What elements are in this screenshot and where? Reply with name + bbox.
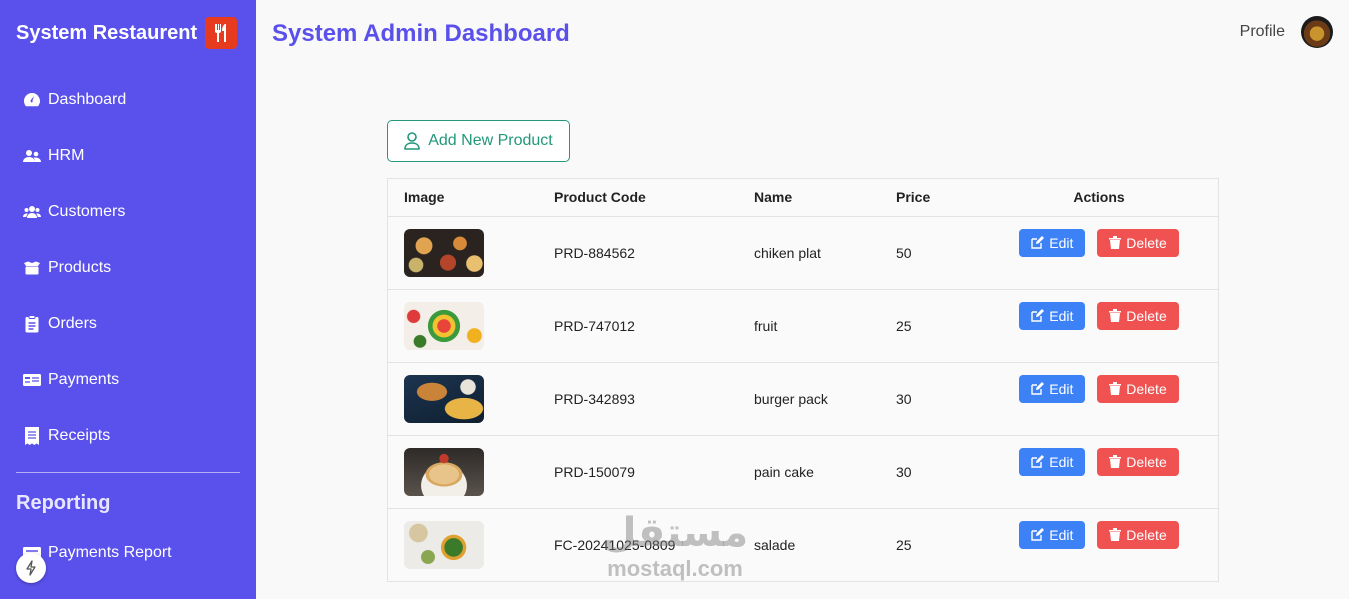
clipboard-icon xyxy=(23,315,41,333)
product-image xyxy=(404,228,484,277)
profile-menu[interactable]: Profile xyxy=(1240,16,1333,48)
table-row: PRD-342893 burger pack 30 Edit Delete xyxy=(388,362,1218,436)
edit-icon xyxy=(1031,382,1045,395)
page-title: System Admin Dashboard xyxy=(272,20,570,47)
trash-icon xyxy=(1109,455,1122,468)
sidebar-item-dashboard[interactable]: Dashboard xyxy=(0,72,256,128)
box-icon xyxy=(23,259,41,277)
table-row: PRD-150079 pain cake 30 Edit Delete xyxy=(388,435,1218,509)
column-header-name: Name xyxy=(738,179,880,217)
sidebar: System Restaurent Dashboard HRM Customer… xyxy=(0,0,256,599)
product-code: PRD-884562 xyxy=(538,216,738,290)
column-header-image: Image xyxy=(388,179,538,217)
sidebar-nav: Dashboard HRM Customers Products Orders xyxy=(0,72,256,464)
product-name: burger pack xyxy=(738,362,880,436)
product-image xyxy=(404,447,484,496)
gauge-icon xyxy=(23,91,41,109)
user-icon xyxy=(404,132,421,150)
sidebar-item-products[interactable]: Products xyxy=(0,240,256,296)
product-price: 30 xyxy=(880,362,980,436)
edit-icon xyxy=(1031,455,1045,468)
product-name: fruit xyxy=(738,289,880,363)
add-product-button[interactable]: Add New Product xyxy=(387,120,570,162)
column-header-actions: Actions xyxy=(980,179,1218,217)
utensils-icon xyxy=(205,17,238,49)
trash-icon xyxy=(1109,382,1122,395)
product-name: pain cake xyxy=(738,435,880,509)
trash-icon xyxy=(1109,309,1122,322)
trash-icon xyxy=(1109,236,1122,249)
add-product-label: Add New Product xyxy=(428,132,553,149)
edit-icon xyxy=(1031,236,1045,249)
users-icon xyxy=(23,147,41,165)
sidebar-item-customers[interactable]: Customers xyxy=(0,184,256,240)
edit-button[interactable]: Edit xyxy=(1019,447,1086,476)
sidebar-item-label: Orders xyxy=(48,315,97,332)
sidebar-item-receipts[interactable]: Receipts xyxy=(0,408,256,464)
product-code: PRD-342893 xyxy=(538,362,738,436)
sidebar-item-label: Dashboard xyxy=(48,91,127,108)
sidebar-item-payments[interactable]: Payments xyxy=(0,352,256,408)
product-price: 50 xyxy=(880,216,980,290)
edit-button[interactable]: Edit xyxy=(1019,520,1086,549)
column-header-code: Product Code xyxy=(538,179,738,217)
sidebar-item-label: Payments Report xyxy=(48,544,172,561)
user-group-icon xyxy=(23,203,41,221)
delete-button[interactable]: Delete xyxy=(1097,447,1179,476)
receipt-icon xyxy=(23,427,41,445)
product-price: 25 xyxy=(880,289,980,363)
column-header-price: Price xyxy=(880,179,980,217)
delete-button[interactable]: Delete xyxy=(1097,374,1179,403)
product-code: PRD-150079 xyxy=(538,435,738,509)
avatar[interactable] xyxy=(1301,16,1333,48)
table-row: PRD-884562 chiken plat 50 Edit Delete xyxy=(388,216,1218,290)
edit-button[interactable]: Edit xyxy=(1019,228,1086,257)
trash-icon xyxy=(1109,528,1122,541)
product-code: PRD-747012 xyxy=(538,289,738,363)
delete-button[interactable]: Delete xyxy=(1097,520,1179,549)
table-row: FC-20241025-0809 salade 25 Edit Delete xyxy=(388,508,1218,581)
products-table: Image Product Code Name Price Actions PR… xyxy=(387,178,1219,582)
brand[interactable]: System Restaurent xyxy=(16,17,238,49)
bolt-icon[interactable] xyxy=(16,553,46,583)
product-price: 25 xyxy=(896,536,912,553)
delete-button[interactable]: Delete xyxy=(1097,301,1179,330)
edit-icon xyxy=(1031,309,1045,322)
table-header-row: Image Product Code Name Price Actions xyxy=(388,179,1218,217)
sidebar-item-label: Products xyxy=(48,259,112,276)
profile-link[interactable]: Profile xyxy=(1240,23,1285,41)
sidebar-divider xyxy=(16,472,240,473)
sidebar-item-orders[interactable]: Orders xyxy=(0,296,256,352)
sidebar-item-label: Customers xyxy=(48,203,126,220)
product-image xyxy=(404,520,484,569)
edit-button[interactable]: Edit xyxy=(1019,301,1086,330)
money-icon xyxy=(23,371,41,389)
sidebar-item-label: Receipts xyxy=(48,427,111,444)
product-image xyxy=(404,301,484,350)
product-name: chiken plat xyxy=(738,216,880,290)
sidebar-item-label: Payments xyxy=(48,371,120,388)
delete-button[interactable]: Delete xyxy=(1097,228,1179,257)
table-row: PRD-747012 fruit 25 Edit Delete xyxy=(388,289,1218,363)
product-name: salade xyxy=(754,536,796,553)
product-price: 30 xyxy=(880,435,980,509)
sidebar-item-hrm[interactable]: HRM xyxy=(0,128,256,184)
edit-icon xyxy=(1031,528,1045,541)
product-image xyxy=(404,374,484,423)
app-title: System Restaurent xyxy=(16,21,198,44)
sidebar-item-label: HRM xyxy=(48,147,85,164)
product-code: FC-20241025-0809 xyxy=(554,536,676,553)
edit-button[interactable]: Edit xyxy=(1019,374,1086,403)
section-title-reporting: Reporting xyxy=(16,492,111,514)
